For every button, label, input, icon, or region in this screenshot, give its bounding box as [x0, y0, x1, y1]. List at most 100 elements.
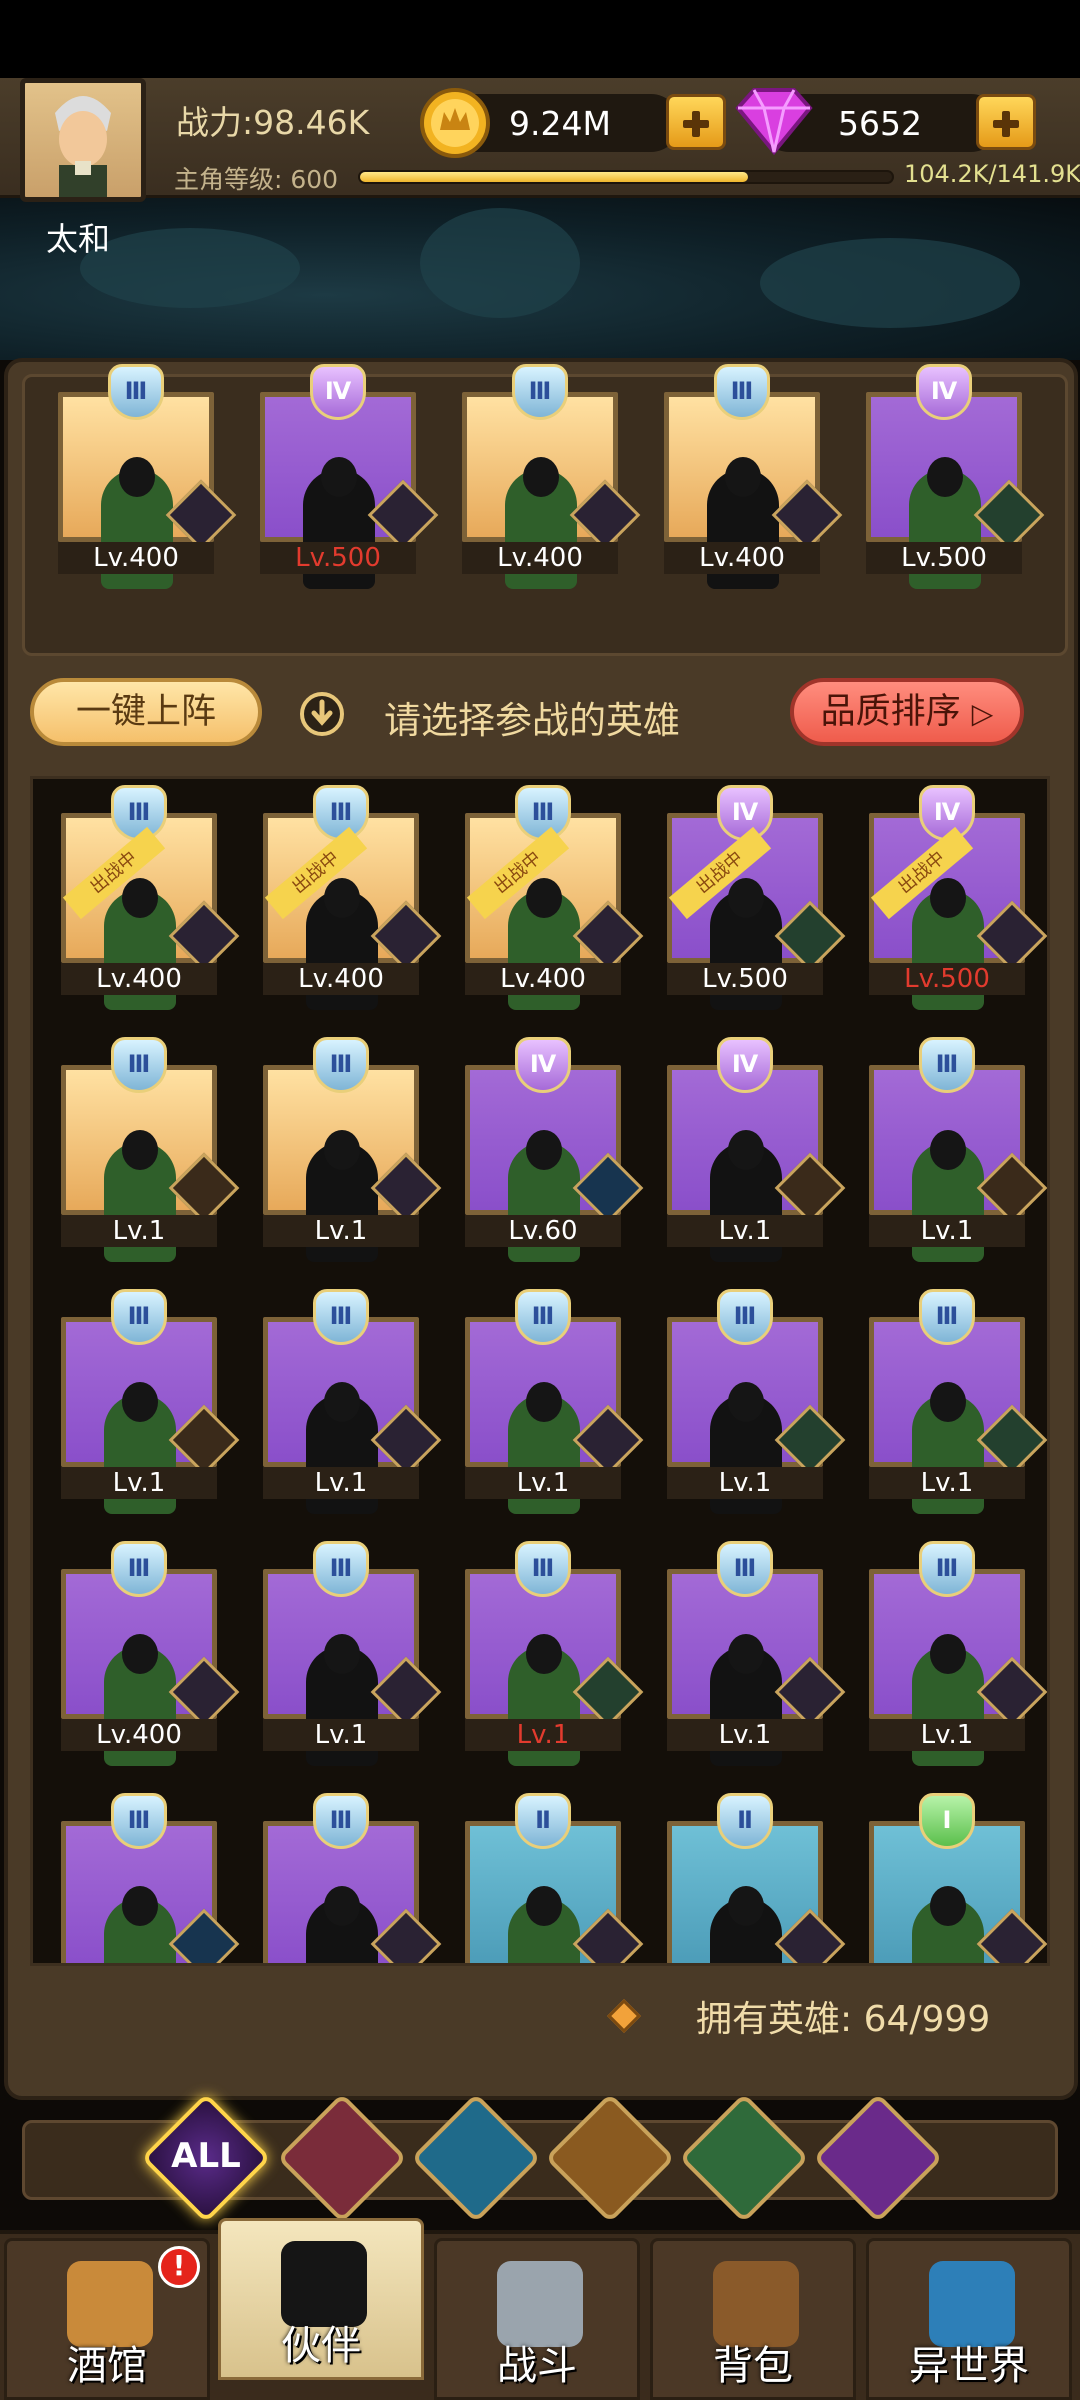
- hero-card[interactable]: Ⅲ Lv.1: [465, 1289, 644, 1514]
- hero-head: [526, 1634, 562, 1674]
- hero-card[interactable]: Ⅲ: [263, 1793, 442, 1963]
- hero-head: [930, 1886, 966, 1926]
- hero-level: Lv.1: [869, 1719, 1025, 1751]
- filter-elf-faction-icon[interactable]: [678, 2092, 810, 2224]
- hero-card[interactable]: Ⅲ Lv.1: [61, 1037, 240, 1262]
- hero-card[interactable]: Ⅳ Lv.60: [465, 1037, 644, 1262]
- hero-card[interactable]: Ⅲ 出战中 Lv.400: [465, 785, 644, 1010]
- hero-level: Lv.1: [263, 1215, 419, 1247]
- hero-head: [927, 457, 963, 497]
- hero-card[interactable]: Ⅲ Lv.1: [61, 1289, 240, 1514]
- hero-card[interactable]: Ⅳ 出战中 Lv.500: [869, 785, 1047, 1010]
- add-gems-button[interactable]: [976, 94, 1036, 150]
- hero-level: Lv.1: [869, 1215, 1025, 1247]
- hero-card[interactable]: Ⅳ Lv.500: [866, 364, 1045, 589]
- filter-all-label: ALL: [171, 2136, 241, 2176]
- hero-head: [728, 1130, 764, 1170]
- tier-badge: Ⅲ: [512, 364, 568, 420]
- hero-card[interactable]: Ⅲ Lv.1: [263, 1289, 442, 1514]
- hero-card[interactable]: Ⅲ: [61, 1793, 240, 1963]
- tier-badge: Ⅲ: [108, 364, 164, 420]
- hero-level: Lv.400: [462, 542, 618, 574]
- player-level: 主角等级: 600: [174, 165, 339, 194]
- hero-level: Lv.400: [664, 542, 820, 574]
- hero-level: Lv.1: [869, 1467, 1025, 1499]
- hero-head: [324, 878, 360, 918]
- filter-demon-faction-icon[interactable]: [812, 2092, 944, 2224]
- nav-tab-portal[interactable]: 异世界: [866, 2238, 1072, 2400]
- add-gold-button[interactable]: [666, 94, 726, 150]
- nav-label: 酒馆: [67, 2343, 147, 2389]
- tier-badge: Ⅲ: [313, 1793, 369, 1849]
- hero-head: [728, 1886, 764, 1926]
- hero-card[interactable]: Ⅲ Lv.400: [664, 364, 843, 589]
- tier-badge: Ⅱ: [515, 1793, 571, 1849]
- hero-card[interactable]: Ⅲ Lv.1: [869, 1037, 1047, 1262]
- tier-badge: Ⅲ: [111, 1037, 167, 1093]
- hero-card[interactable]: Ⅲ 出战中 Lv.400: [61, 785, 240, 1010]
- hero-level: Lv.1: [667, 1215, 823, 1247]
- nav-tab-backpack[interactable]: 背包: [650, 2238, 856, 2400]
- hero-card[interactable]: Ⅳ 出战中 Lv.500: [667, 785, 846, 1010]
- hero-level: Lv.400: [58, 542, 214, 574]
- filter-knight-faction-icon[interactable]: [276, 2092, 408, 2224]
- hero-head: [119, 457, 155, 497]
- hero-level: Lv.500: [667, 963, 823, 995]
- hero-card[interactable]: Ⅲ Lv.400: [58, 364, 237, 589]
- hero-card[interactable]: Ⅰ: [869, 1793, 1047, 1963]
- auto-deploy-button[interactable]: 一键上阵: [30, 678, 262, 746]
- nav-label: 战斗: [497, 2343, 577, 2389]
- filter-lion-faction-icon[interactable]: [544, 2092, 676, 2224]
- tier-badge: Ⅲ: [111, 1793, 167, 1849]
- nav-tab-partner[interactable]: 伙伴: [218, 2218, 424, 2380]
- tier-badge: Ⅲ: [313, 1037, 369, 1093]
- tier-badge: Ⅲ: [111, 1289, 167, 1345]
- hero-head: [725, 457, 761, 497]
- hero-level: Lv.1: [61, 1467, 217, 1499]
- player-avatar[interactable]: [20, 78, 146, 202]
- tier-badge: Ⅳ: [310, 364, 366, 420]
- hero-card[interactable]: Ⅲ Lv.1: [869, 1541, 1047, 1766]
- hero-head: [321, 457, 357, 497]
- tier-badge: Ⅲ: [717, 1289, 773, 1345]
- nav-label: 伙伴: [281, 2323, 361, 2369]
- combat-power: 战力:98.46K: [176, 103, 370, 142]
- hero-level: Lv.1: [263, 1719, 419, 1751]
- select-hero-hint: 请选择参战的英雄: [384, 699, 680, 742]
- filter-sea-faction-icon[interactable]: [410, 2092, 542, 2224]
- hero-head: [930, 1634, 966, 1674]
- hero-card[interactable]: Ⅱ: [465, 1793, 644, 1963]
- hero-card[interactable]: Ⅲ Lv.1: [869, 1289, 1047, 1514]
- hero-card[interactable]: Ⅲ Lv.1: [263, 1541, 442, 1766]
- hero-head: [324, 1886, 360, 1926]
- hero-grid: Ⅲ 出战中 Lv.400 Ⅲ 出战中 Lv.400 Ⅲ 出战中 Lv.400 Ⅳ 出战中 Lv.500…: [30, 776, 1050, 1966]
- hero-head: [728, 1382, 764, 1422]
- hero-card[interactable]: Ⅲ Lv.1: [667, 1541, 846, 1766]
- owned-heroes-count: 拥有英雄: 64/999: [696, 1999, 991, 2040]
- tier-badge: Ⅳ: [515, 1037, 571, 1093]
- background-scene: [0, 198, 1080, 360]
- hero-card[interactable]: Ⅲ Lv.1: [465, 1541, 644, 1766]
- xp-text: 104.2K/141.9K: [904, 160, 1080, 188]
- hero-level: Lv.500: [869, 963, 1025, 995]
- hero-card[interactable]: Ⅲ Lv.400: [462, 364, 641, 589]
- hero-card[interactable]: Ⅲ Lv.1: [263, 1037, 442, 1262]
- tier-badge: Ⅲ: [313, 1541, 369, 1597]
- hero-card[interactable]: Ⅲ Lv.1: [667, 1289, 846, 1514]
- hero-card[interactable]: Ⅱ: [667, 1793, 846, 1963]
- hero-head: [523, 457, 559, 497]
- hero-card[interactable]: Ⅳ Lv.500: [260, 364, 439, 589]
- hero-card[interactable]: Ⅲ 出战中 Lv.400: [263, 785, 442, 1010]
- nav-tab-crossed-swords[interactable]: 战斗: [434, 2238, 640, 2400]
- tier-badge: Ⅲ: [717, 1541, 773, 1597]
- status-bar: [0, 0, 1080, 78]
- hero-head: [526, 878, 562, 918]
- sort-label: 品质排序: [820, 692, 961, 732]
- hero-card[interactable]: Ⅲ Lv.400: [61, 1541, 240, 1766]
- play-arrow-icon: ▷: [971, 697, 994, 730]
- quality-sort-button[interactable]: 品质排序 ▷: [790, 678, 1024, 746]
- hero-card[interactable]: Ⅳ Lv.1: [667, 1037, 846, 1262]
- hero-head: [122, 1130, 158, 1170]
- tier-badge: Ⅱ: [717, 1793, 773, 1849]
- player-name: 太和: [46, 220, 111, 258]
